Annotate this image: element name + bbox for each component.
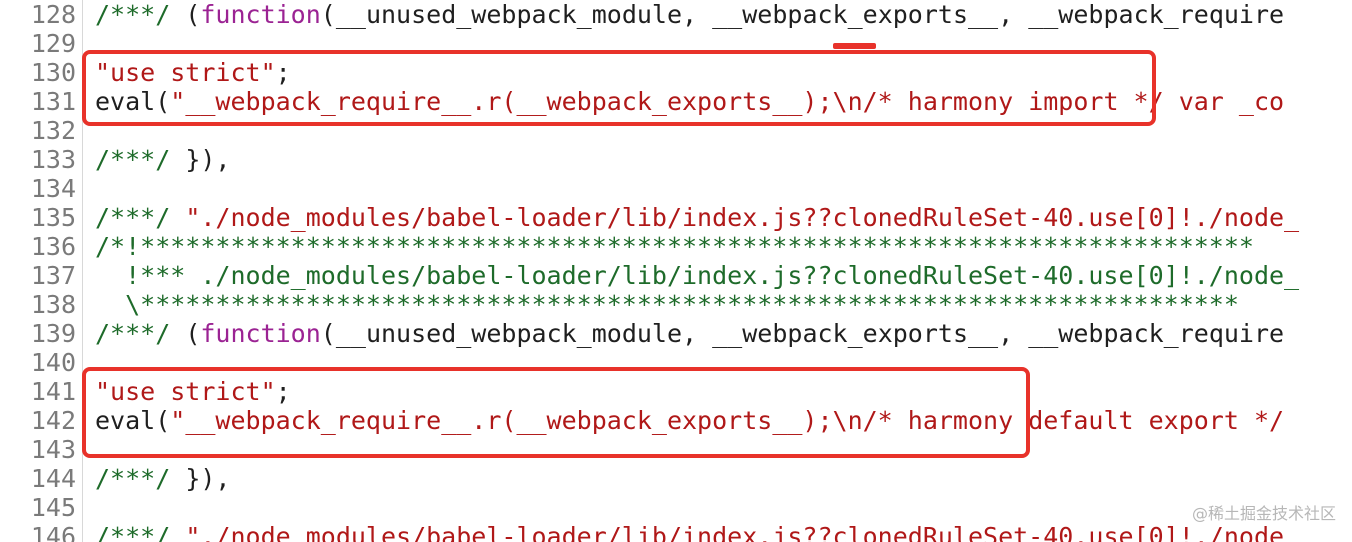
watermark: @稀土掘金技术社区 xyxy=(1191,504,1336,523)
code-line: 128 /***/ (function(__unused_webpack_modu… xyxy=(0,0,1352,29)
code-line: 144 /***/ }), xyxy=(0,464,1352,493)
line-number: 141 xyxy=(30,377,76,406)
line-number: 130 xyxy=(30,58,76,87)
code-token: (__unused_webpack_module, __webpack_expo… xyxy=(320,319,1285,348)
code-token: ( xyxy=(185,0,201,29)
code-token: \***************************************… xyxy=(95,290,1239,319)
code-line: 133 /***/ }), xyxy=(0,145,1352,174)
line-code: /***/ "./node_modules/babel-loader/lib/i… xyxy=(95,522,1299,542)
code-token: "./node_modules/babel-loader/lib/index.j… xyxy=(185,203,1300,232)
code-token: ( xyxy=(185,319,201,348)
line-number: 132 xyxy=(30,116,76,145)
line-number: 129 xyxy=(30,29,76,58)
code-token: function xyxy=(200,319,321,348)
code-token: /***/ xyxy=(95,319,186,348)
code-line: 146 /***/ "./node_modules/babel-loader/li… xyxy=(0,522,1352,542)
line-number: 144 xyxy=(30,464,76,493)
line-number: 133 xyxy=(30,145,76,174)
code-token: /***/ xyxy=(95,203,186,232)
code-token: (__unused_webpack_module, __webpack_expo… xyxy=(320,0,1285,29)
highlight-box-second xyxy=(82,367,1030,458)
line-number: 145 xyxy=(30,493,76,522)
code-token: "./node_modules/babel-loader/lib/index.j… xyxy=(185,522,1300,542)
code-token: /*!*************************************… xyxy=(95,232,1254,261)
line-code: /***/ "./node_modules/babel-loader/lib/i… xyxy=(95,203,1299,232)
line-number: 128 xyxy=(30,0,76,29)
code-line: 135 /***/ "./node_modules/babel-loader/li… xyxy=(0,203,1352,232)
highlight-marker xyxy=(833,43,876,49)
line-number: 140 xyxy=(30,348,76,377)
code-token: /***/ xyxy=(95,145,186,174)
line-code: /***/ }), xyxy=(95,145,230,174)
line-code: !*** ./node_modules/babel-loader/lib/ind… xyxy=(95,261,1299,290)
line-number: 135 xyxy=(30,203,76,232)
code-token: }), xyxy=(185,145,231,174)
line-number: 138 xyxy=(30,290,76,319)
code-token: /***/ xyxy=(95,0,186,29)
code-viewer: 128/***/ (function(__unused_webpack_modu… xyxy=(0,0,1352,542)
code-line: 137 !*** ./node_modules/babel-loader/lib… xyxy=(0,261,1352,290)
line-number: 146 xyxy=(30,522,76,542)
code-token: !*** ./node_modules/babel-loader/lib/ind… xyxy=(95,261,1300,290)
highlight-box-first xyxy=(82,50,1156,126)
code-line: 139 /***/ (function(__unused_webpack_modu… xyxy=(0,319,1352,348)
line-number: 142 xyxy=(30,406,76,435)
line-number: 137 xyxy=(30,261,76,290)
code-token: }), xyxy=(185,464,231,493)
line-number: 143 xyxy=(30,435,76,464)
line-number: 136 xyxy=(30,232,76,261)
line-number: 139 xyxy=(30,319,76,348)
code-line: 145 xyxy=(0,493,1352,522)
code-token: function xyxy=(200,0,321,29)
line-code: /***/ }), xyxy=(95,464,230,493)
line-number: 134 xyxy=(30,174,76,203)
line-code: /*!*************************************… xyxy=(95,232,1254,261)
line-code: /***/ (function(__unused_webpack_module,… xyxy=(95,319,1284,348)
line-number: 131 xyxy=(30,87,76,116)
code-token: /***/ xyxy=(95,464,186,493)
code-line: 134 xyxy=(0,174,1352,203)
line-code: /***/ (function(__unused_webpack_module,… xyxy=(95,0,1284,29)
code-token: /***/ xyxy=(95,522,186,542)
code-line: 138 \***********************************… xyxy=(0,290,1352,319)
code-line: 136 /*!**********************************… xyxy=(0,232,1352,261)
line-code: \***************************************… xyxy=(95,290,1239,319)
